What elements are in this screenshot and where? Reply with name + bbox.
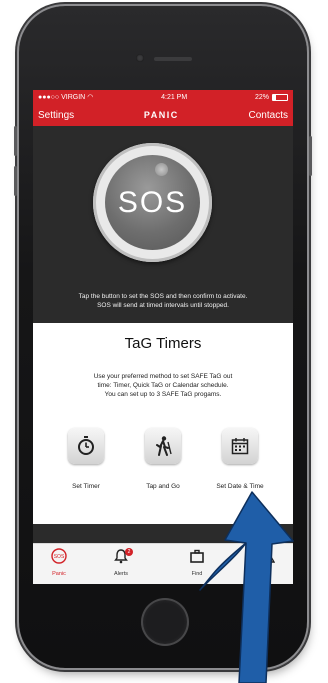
sos-icon: SOS	[51, 548, 67, 564]
tab-panic-label: Panic	[52, 571, 66, 577]
power-button	[309, 136, 312, 176]
sos-section: SOS Tap the button to set the SOS and th…	[33, 126, 293, 323]
contacts-button[interactable]: Contacts	[249, 110, 288, 121]
sos-instruction-line: Tap the button to set the SOS and then c…	[78, 293, 248, 300]
warning-icon	[258, 548, 276, 563]
briefcase-icon	[190, 549, 204, 563]
sos-instruction-line: SOS will send at timed intervals until s…	[97, 302, 229, 309]
tab-warning[interactable]	[241, 548, 293, 571]
tag-description-line: Use your preferred method to set SAFE Ta…	[93, 373, 233, 380]
carrier-label: ●●●○○ VIRGIN	[38, 93, 86, 101]
battery-icon	[272, 93, 288, 101]
tag-description-line: You can set up to 3 SAFE TaG progams.	[104, 391, 222, 398]
navigation-bar: Settings PANIC Contacts	[33, 104, 293, 126]
tag-description-line: time: Timer, Quick TaG or Calendar sched…	[97, 382, 229, 389]
sos-button-face: SOS	[105, 155, 200, 250]
set-timer-label: Set Timer	[72, 483, 100, 490]
home-button[interactable]	[141, 598, 189, 646]
tap-and-go-label: Tap and Go	[146, 483, 180, 490]
battery-percent: 22%	[254, 93, 269, 101]
tag-timers-section: TaG Timers Use your preferred method to …	[33, 323, 293, 524]
app-screen: ●●●○○ VIRGIN ◠ 4:21 PM 22% Settings PANI…	[33, 90, 293, 584]
tab-panic[interactable]: SOS Panic	[33, 548, 85, 577]
phone-frame: ●●●○○ VIRGIN ◠ 4:21 PM 22% Settings PANI…	[14, 6, 312, 668]
volume-button	[14, 126, 17, 156]
sos-button-label: SOS	[117, 185, 188, 219]
status-bar: ●●●○○ VIRGIN ◠ 4:21 PM 22%	[33, 90, 293, 104]
settings-button[interactable]: Settings	[38, 110, 74, 121]
set-date-time-button[interactable]	[222, 428, 258, 464]
set-timer-button[interactable]	[68, 428, 104, 464]
sos-button-highlight	[155, 163, 168, 176]
earpiece-speaker	[154, 57, 192, 61]
tag-timers-description: Use your preferred method to set SAFE Ta…	[33, 372, 293, 399]
tab-find-label: Find	[191, 571, 203, 577]
tab-find[interactable]: Find	[171, 548, 223, 577]
walking-person-icon	[156, 436, 172, 456]
tab-alerts[interactable]: 2 Alerts	[95, 548, 147, 577]
volume-button	[14, 166, 17, 196]
app-title: PANIC	[143, 110, 179, 120]
calendar-icon	[231, 438, 249, 455]
tap-and-go-button[interactable]	[145, 428, 181, 464]
sos-instructions: Tap the button to set the SOS and then c…	[33, 292, 293, 310]
alerts-badge: 2	[125, 548, 133, 556]
svg-text:SOS: SOS	[54, 554, 65, 560]
status-time: 4:21 PM	[161, 93, 188, 101]
wifi-icon: ◠	[87, 94, 94, 101]
stopwatch-icon	[78, 436, 94, 455]
sos-button[interactable]: SOS	[93, 143, 212, 262]
tab-bar: SOS Panic 2 Alerts Find	[33, 543, 293, 584]
front-camera	[136, 54, 144, 62]
tab-alerts-label: Alerts	[113, 571, 129, 577]
tag-timers-title: TaG Timers	[124, 335, 202, 352]
set-date-time-label: Set Date & Time	[216, 483, 264, 490]
